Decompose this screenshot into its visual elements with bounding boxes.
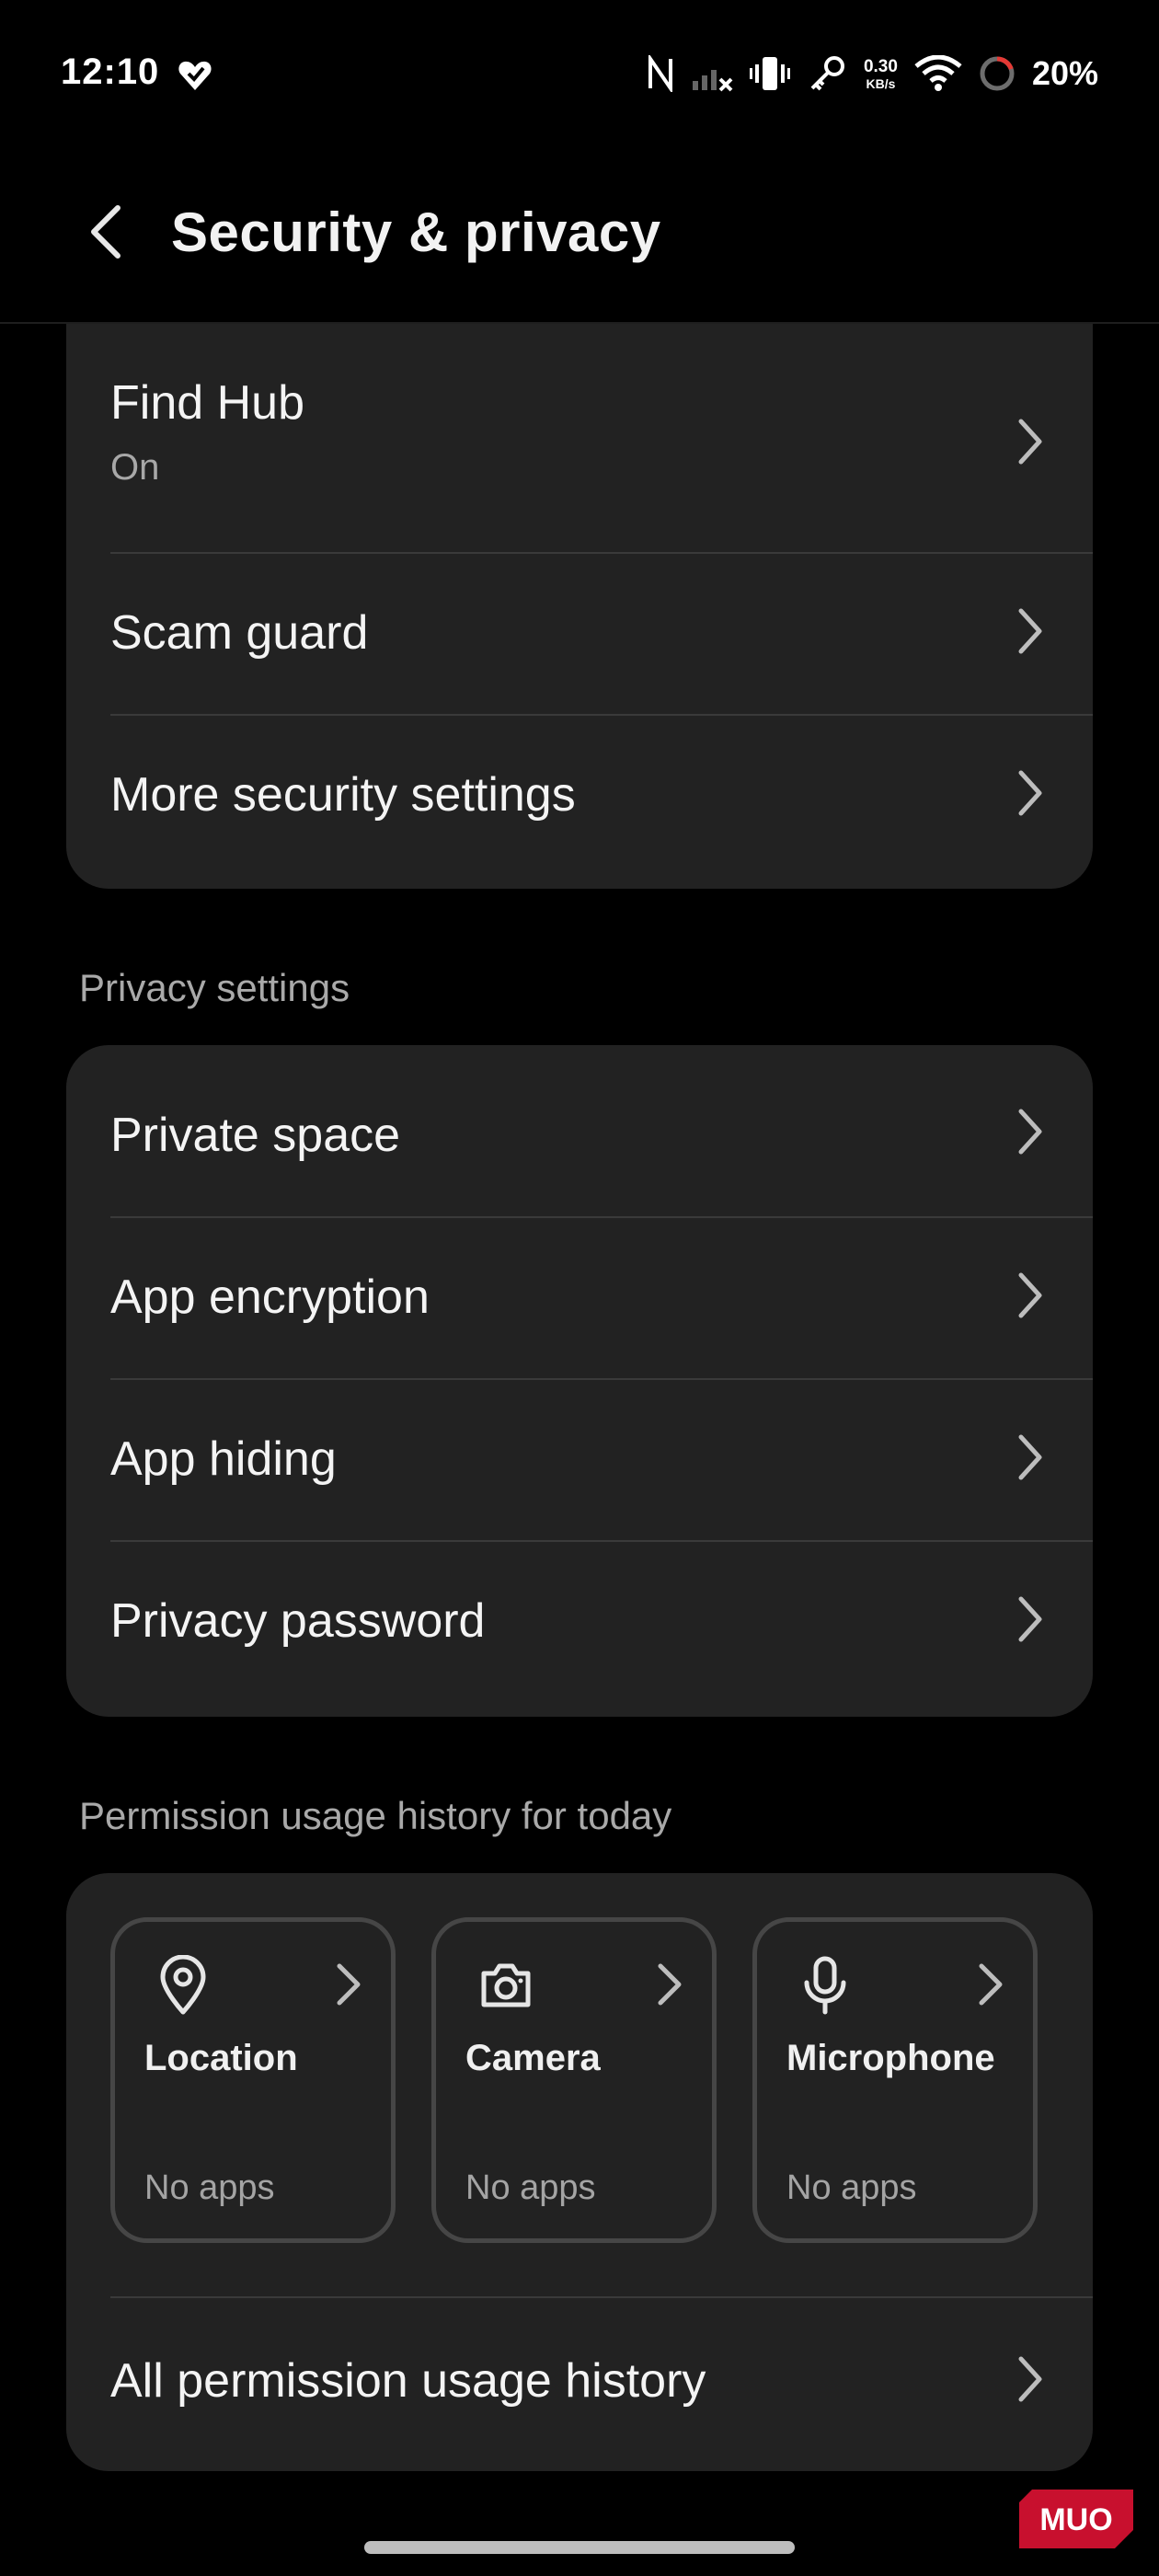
- network-speed: 0.30 KB/s: [864, 58, 898, 90]
- security-card: Find Hub On Scam guard More security set…: [66, 324, 1093, 889]
- no-signal-icon: [692, 70, 733, 92]
- battery-percent: 20%: [1031, 54, 1098, 92]
- chevron-right-icon: [658, 1963, 682, 2006]
- key-icon: [810, 56, 844, 91]
- location-label: Location: [144, 2038, 298, 2078]
- permission-history-header: Permission usage history for today: [79, 1794, 672, 1837]
- camera-label: Camera: [465, 2038, 601, 2078]
- privacy-password-row[interactable]: Privacy password: [66, 1542, 1093, 1717]
- chevron-right-icon: [1018, 770, 1042, 816]
- all-permission-history-label: All permission usage history: [110, 2354, 706, 2408]
- microphone-icon: [804, 1956, 846, 2015]
- scam-guard-row[interactable]: Scam guard: [66, 554, 1093, 714]
- back-arrow-icon: [91, 205, 120, 259]
- permission-history-card: Location No apps Camera No apps Micropho…: [66, 1873, 1093, 2471]
- camera-permission-tile[interactable]: Camera No apps: [431, 1917, 717, 2243]
- privacy-settings-header: Privacy settings: [79, 966, 350, 1009]
- watermark-text: MUO: [1039, 2502, 1112, 2537]
- heart-shield-icon: [178, 61, 212, 90]
- camera-usage-value: No apps: [465, 2168, 596, 2207]
- vibrate-icon: [749, 57, 790, 90]
- status-time: 12:10: [61, 52, 160, 92]
- app-hiding-label: App hiding: [110, 1432, 337, 1486]
- nfc-icon: [648, 55, 672, 92]
- microphone-permission-tile[interactable]: Microphone No apps: [752, 1917, 1038, 2243]
- location-permission-tile[interactable]: Location No apps: [110, 1917, 396, 2243]
- location-pin-icon: [160, 1955, 206, 2015]
- microphone-label: Microphone: [786, 2038, 995, 2078]
- find-hub-status: On: [110, 447, 160, 488]
- wifi-icon: [914, 55, 962, 91]
- chevron-right-icon: [1018, 1596, 1042, 1642]
- more-security-settings-label: More security settings: [110, 768, 576, 822]
- page-title: Security & privacy: [171, 201, 661, 263]
- home-gesture-bar[interactable]: [364, 2541, 795, 2554]
- app-hiding-row[interactable]: App hiding: [66, 1380, 1093, 1540]
- muo-watermark-logo: MUO: [1019, 2490, 1133, 2548]
- back-button[interactable]: [66, 193, 143, 270]
- chevron-right-icon: [337, 1963, 361, 2006]
- chevron-right-icon: [1018, 1434, 1042, 1480]
- status-bar: 12:10 0.30 KB/s 20%: [0, 0, 1159, 147]
- chevron-right-icon: [1018, 608, 1042, 654]
- location-usage-value: No apps: [144, 2168, 275, 2207]
- status-icons: 0.30 KB/s 20%: [647, 48, 1098, 99]
- battery-ring-icon: [980, 56, 1015, 91]
- chevron-right-icon: [979, 1963, 1003, 2006]
- chevron-right-icon: [1018, 2356, 1042, 2402]
- find-hub-row[interactable]: Find Hub On: [66, 324, 1093, 552]
- chevron-right-icon: [1018, 1272, 1042, 1318]
- more-security-settings-row[interactable]: More security settings: [66, 716, 1093, 889]
- app-encryption-label: App encryption: [110, 1271, 430, 1324]
- find-hub-label: Find Hub: [110, 376, 304, 430]
- microphone-usage-value: No apps: [786, 2168, 917, 2207]
- network-speed-unit: KB/s: [866, 75, 896, 91]
- chevron-right-icon: [1018, 1109, 1042, 1155]
- app-bar: Security & privacy: [0, 166, 1159, 304]
- chevron-right-icon: [1018, 419, 1042, 465]
- scam-guard-label: Scam guard: [110, 606, 369, 660]
- privacy-settings-card: Private space App encryption App hiding …: [66, 1045, 1093, 1717]
- network-speed-value: 0.30: [863, 56, 898, 76]
- camera-icon: [481, 1963, 531, 2007]
- app-encryption-row[interactable]: App encryption: [66, 1218, 1093, 1378]
- private-space-label: Private space: [110, 1109, 401, 1162]
- private-space-row[interactable]: Private space: [66, 1045, 1093, 1216]
- all-permission-history-row[interactable]: All permission usage history: [66, 2298, 1093, 2471]
- privacy-password-label: Privacy password: [110, 1594, 486, 1648]
